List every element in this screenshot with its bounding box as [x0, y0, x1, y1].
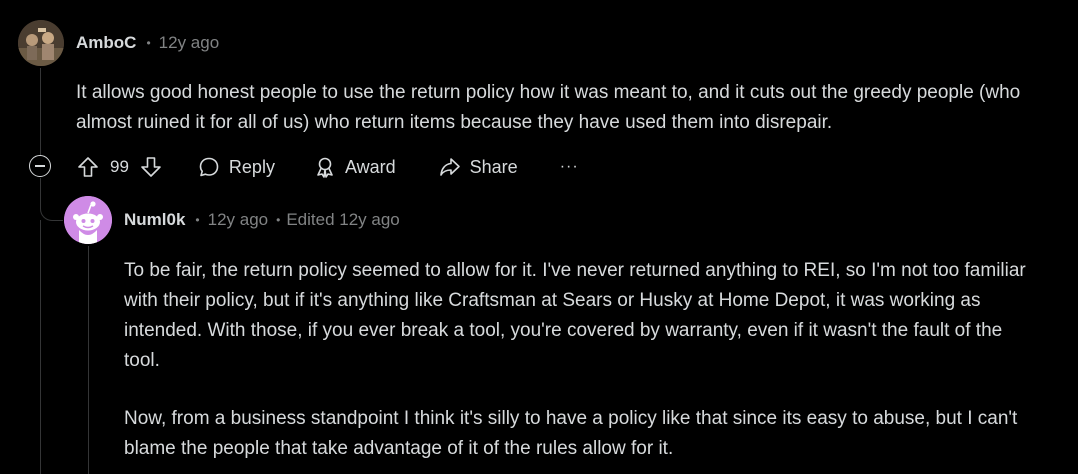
- share-icon: [439, 158, 460, 176]
- reply-thread-line: [88, 246, 89, 474]
- avatar[interactable]: [18, 20, 64, 66]
- upvote-icon: [78, 157, 98, 177]
- user-avatar-image: [18, 20, 64, 66]
- comment-action-bar: 99 Reply Award Share ···: [76, 150, 579, 184]
- downvote-button[interactable]: [139, 155, 163, 179]
- award-button[interactable]: Award: [313, 155, 396, 179]
- comment-timestamp[interactable]: 12y ago: [159, 33, 220, 53]
- comment-paragraph: It allows good honest people to use the …: [76, 82, 1021, 133]
- comment-paragraph: Now, from a business standpoint I think …: [124, 408, 1018, 459]
- reply-connector-line: [40, 178, 63, 221]
- more-options-icon: ···: [559, 158, 579, 175]
- comment-timestamp[interactable]: 12y ago: [208, 210, 269, 230]
- snoo-avatar-icon: [64, 196, 112, 244]
- parent-thread-line: [40, 68, 41, 156]
- comment-body: To be fair, the return policy seemed to …: [124, 256, 1029, 464]
- upvote-button[interactable]: [76, 155, 100, 179]
- collapse-icon: [35, 165, 45, 167]
- meta-separator: •: [276, 213, 281, 227]
- vote-score: 99: [110, 157, 129, 176]
- award-icon: [317, 157, 333, 178]
- more-options-button[interactable]: ···: [560, 158, 579, 176]
- meta-separator: •: [146, 36, 151, 50]
- reply-button[interactable]: Reply: [197, 155, 275, 179]
- comment-author[interactable]: AmboC: [76, 33, 136, 53]
- parent-thread-line-lower: [40, 220, 41, 474]
- share-button[interactable]: Share: [438, 155, 518, 179]
- share-label: Share: [469, 156, 518, 177]
- reply-comment-meta: Numl0k • 12y ago • Edited 12y ago: [124, 210, 400, 230]
- downvote-icon: [141, 157, 161, 177]
- award-label: Award: [344, 156, 396, 177]
- edited-label: Edited 12y ago: [286, 210, 400, 229]
- reply-label: Reply: [228, 156, 275, 177]
- comment-icon: [199, 157, 219, 177]
- comment-body: It allows good honest people to use the …: [76, 78, 1036, 138]
- meta-separator: •: [195, 213, 200, 227]
- parent-comment-meta: AmboC • 12y ago: [76, 33, 219, 53]
- avatar[interactable]: [64, 196, 112, 244]
- comment-paragraph: To be fair, the return policy seemed to …: [124, 260, 1026, 371]
- collapse-thread-button[interactable]: [29, 155, 51, 177]
- comment-author[interactable]: Numl0k: [124, 210, 185, 230]
